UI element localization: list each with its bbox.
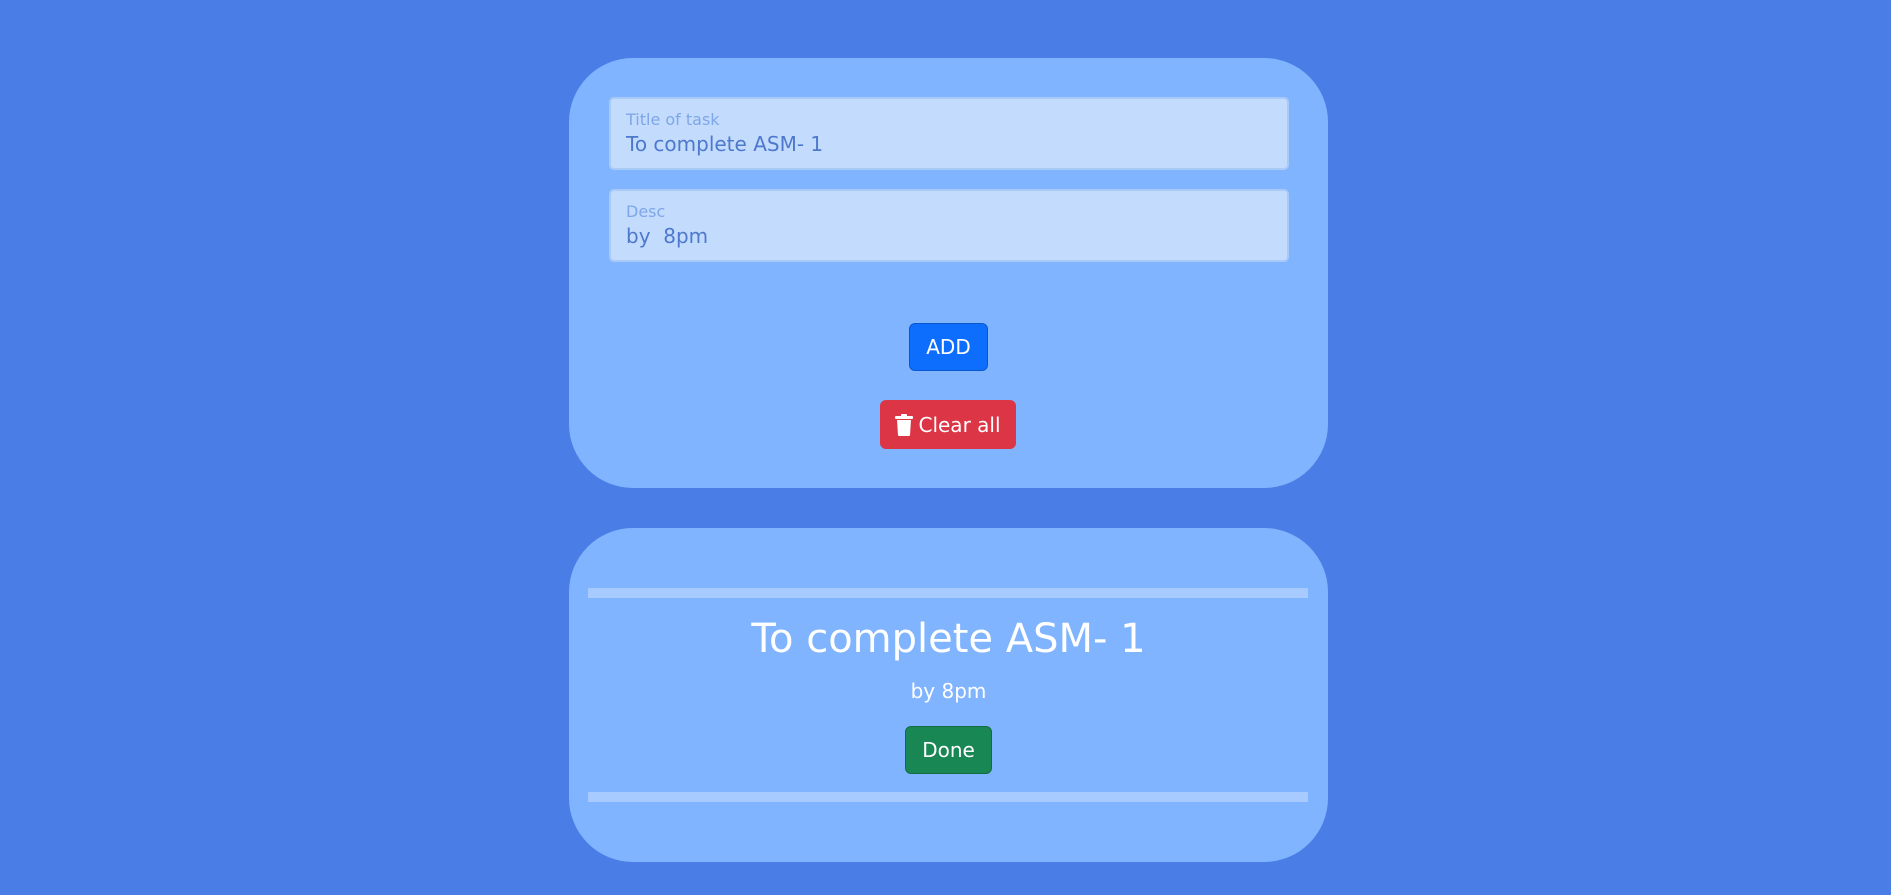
task-card: To complete ASM- 1 by 8pm Done <box>569 528 1328 862</box>
trash-icon <box>895 413 914 436</box>
clear-all-label: Clear all <box>918 412 1001 437</box>
divider-top <box>588 588 1308 598</box>
desc-field-value[interactable]: by 8pm <box>626 224 708 248</box>
desc-field-label: Desc <box>626 202 666 221</box>
divider-bottom <box>588 792 1308 802</box>
task-title: To complete ASM- 1 <box>751 616 1146 662</box>
task-desc: by 8pm <box>910 679 987 703</box>
title-field-label: Title of task <box>626 110 720 129</box>
desc-field[interactable]: Desc by 8pm <box>609 189 1289 262</box>
clear-all-button[interactable]: Clear all <box>880 400 1016 449</box>
done-button-label: Done <box>922 738 975 762</box>
done-button[interactable]: Done <box>905 726 992 774</box>
title-field-value[interactable]: To complete ASM- 1 <box>626 132 823 156</box>
title-field[interactable]: Title of task To complete ASM- 1 <box>609 97 1289 170</box>
task-form-card: Title of task To complete ASM- 1 Desc by… <box>569 58 1328 488</box>
add-button-label: ADD <box>926 335 971 359</box>
page: Title of task To complete ASM- 1 Desc by… <box>0 0 1891 895</box>
add-button[interactable]: ADD <box>909 323 988 371</box>
